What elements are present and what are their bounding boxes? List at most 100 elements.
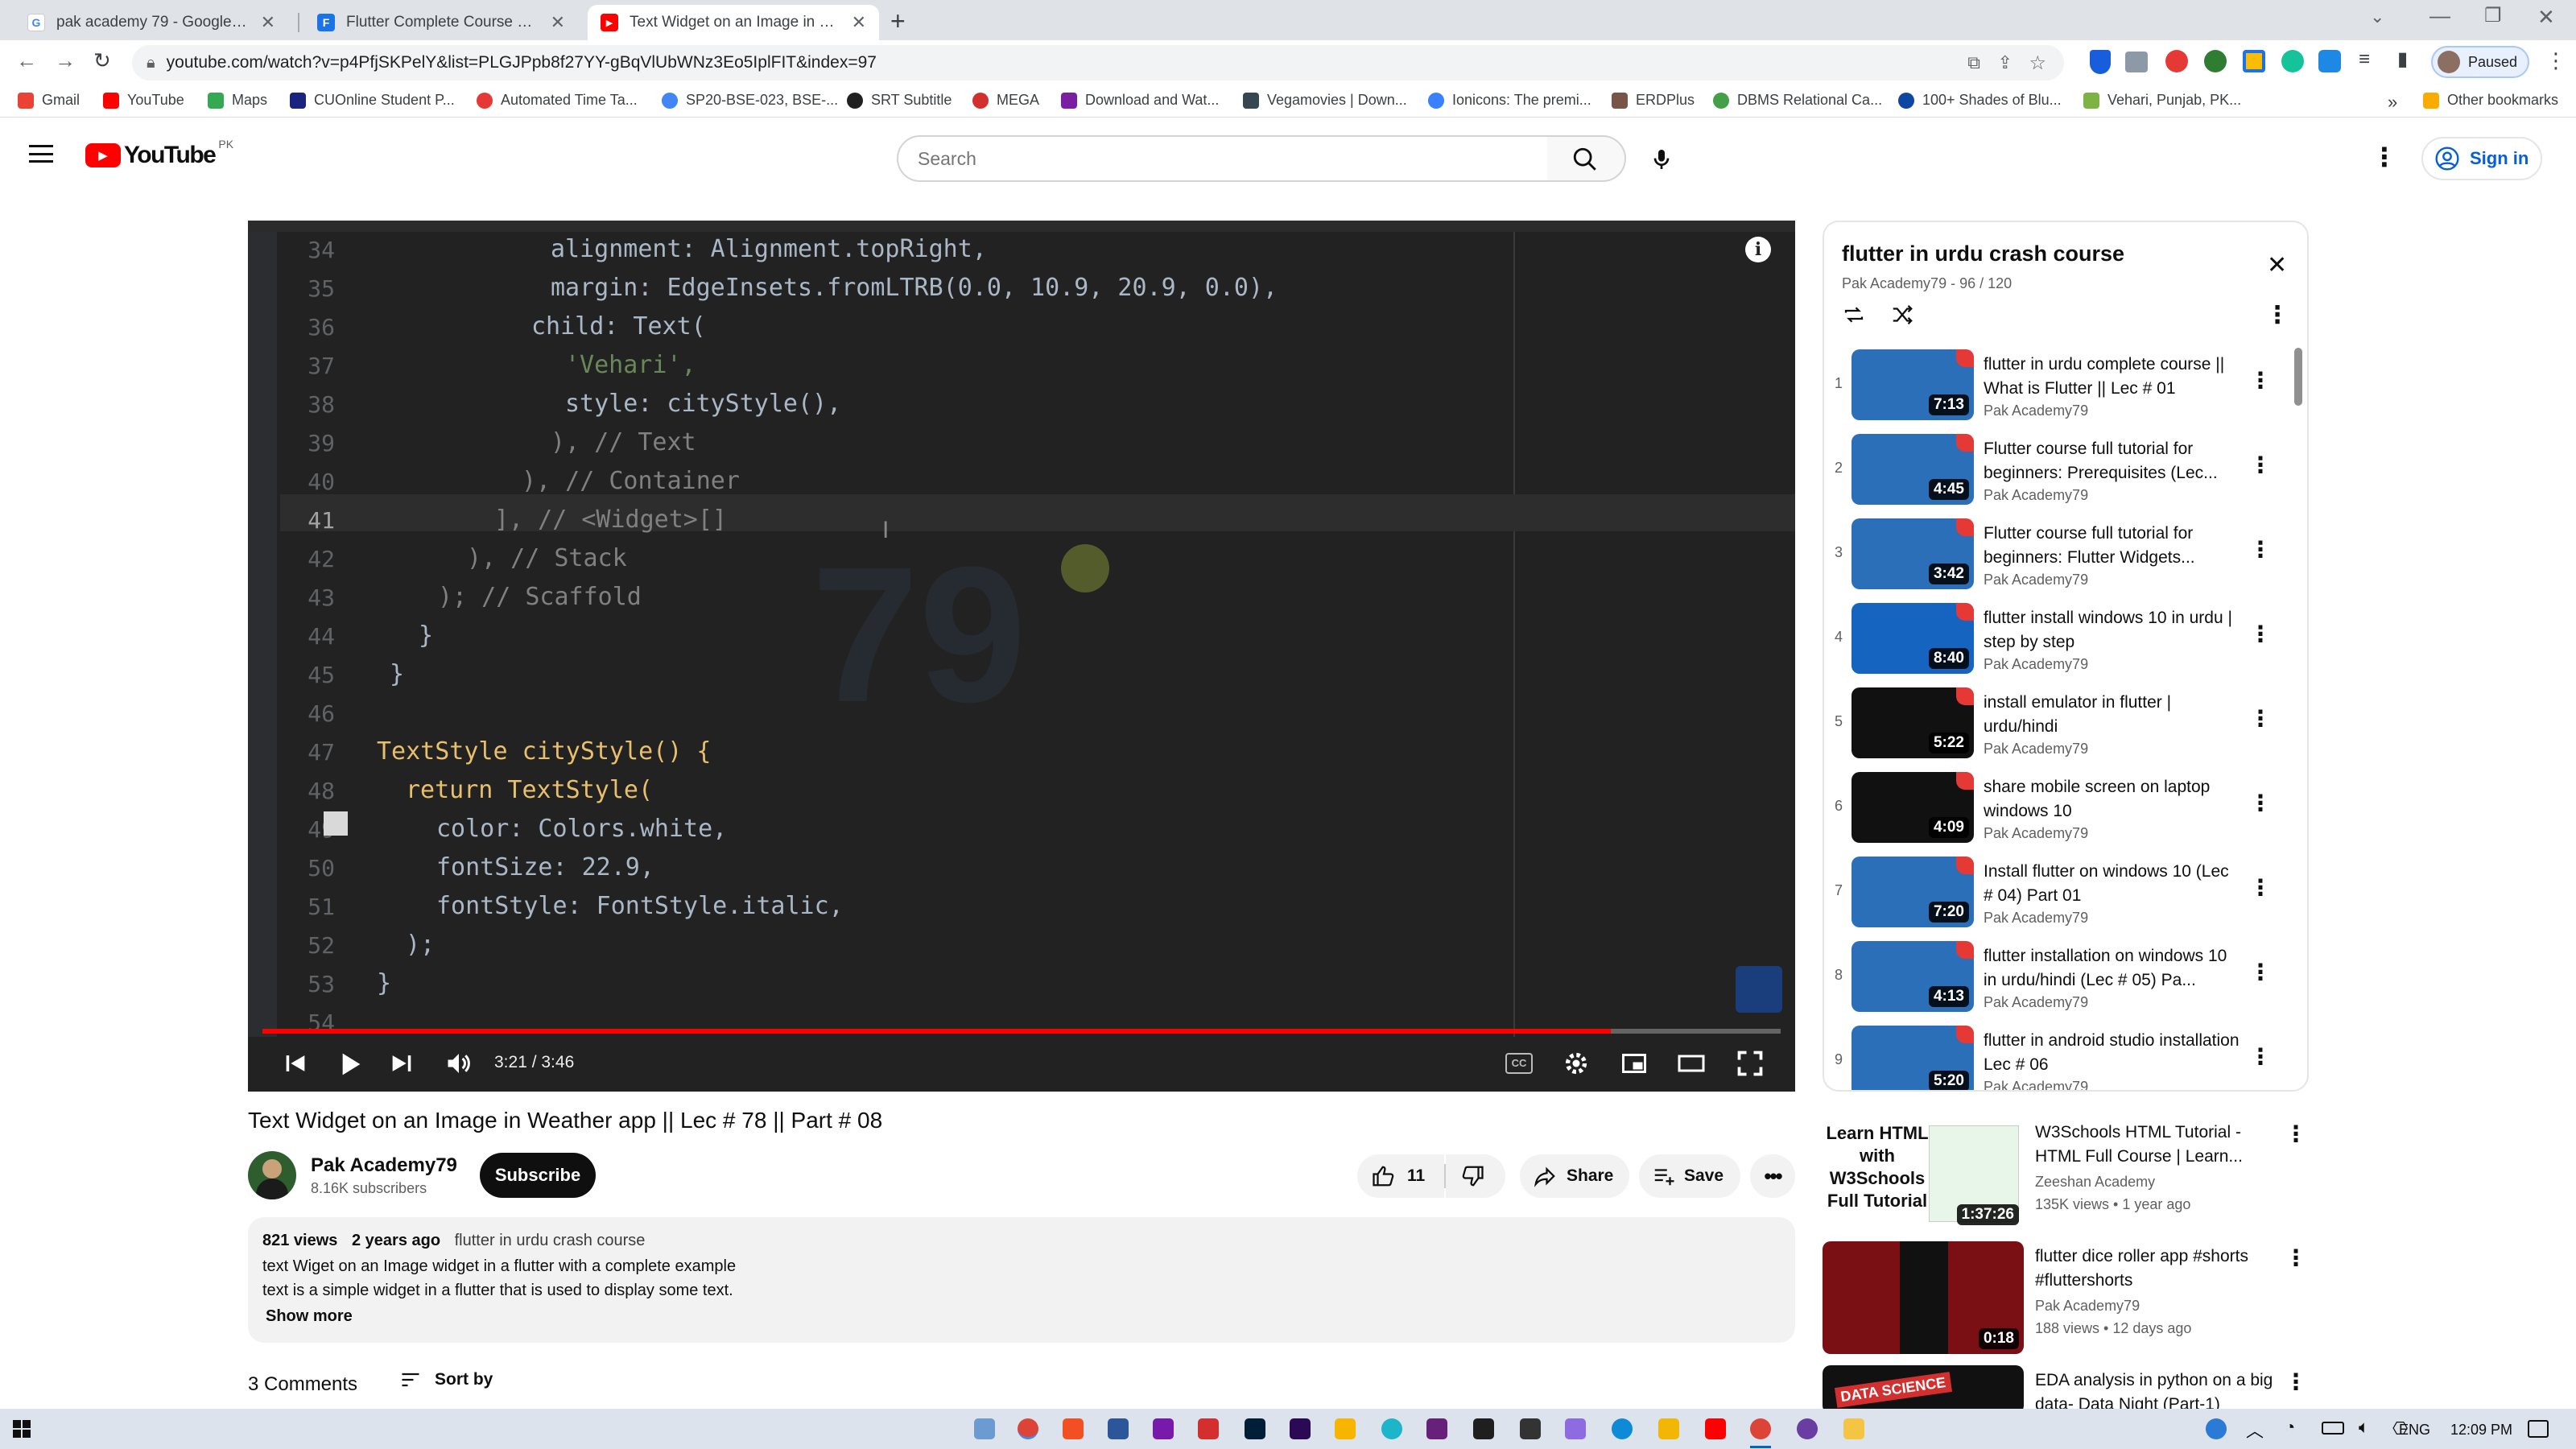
bookmark-cuonline[interactable]: CUOnline Student P... (290, 92, 455, 109)
item-menu-icon[interactable]: ⋮ (2249, 705, 2272, 732)
playlist-link[interactable]: flutter in urdu crash course (455, 1232, 646, 1249)
clock[interactable]: 12:09 PM (2450, 1422, 2512, 1439)
item-menu-icon[interactable]: ⋮ (2249, 367, 2272, 394)
video-thumbnail[interactable]: DATA SCIENCE (1823, 1365, 2024, 1414)
guide-menu-icon[interactable] (29, 145, 53, 163)
close-tab-icon[interactable]: ✕ (261, 12, 275, 33)
loop-icon[interactable] (1840, 303, 1868, 327)
voice-search-button[interactable] (1639, 137, 1684, 182)
bookmark-vehari[interactable]: Vehari, Punjab, PK... (2083, 92, 2241, 109)
previous-icon[interactable] (282, 1050, 309, 1077)
wifi-icon[interactable]: ◔ (2285, 1417, 2295, 1438)
video-thumbnail[interactable]: 4:45 (1852, 434, 1974, 505)
show-more-button[interactable]: Show more (266, 1307, 353, 1326)
bookmark-gmail[interactable]: Gmail (18, 92, 80, 109)
volume-icon[interactable] (444, 1049, 473, 1078)
playlist-item[interactable]: 6 4:09 share mobile screen on laptop windo… (1824, 767, 2307, 851)
bookmark-ionicons[interactable]: Ionicons: The premi... (1428, 92, 1591, 109)
related-video-title[interactable]: W3Schools HTML Tutorial - HTML Full Cour… (2035, 1121, 2277, 1169)
item-menu-icon[interactable]: ⋮ (2249, 452, 2272, 478)
minimize-icon[interactable]: — (2429, 5, 2450, 26)
video-thumbnail[interactable]: 3:42 (1852, 518, 1974, 589)
play-icon[interactable] (333, 1048, 365, 1080)
bookmark-youtube[interactable]: YouTube (103, 92, 184, 109)
related-video[interactable]: Learn HTML with W3Schools Full Tutorial 1… (1823, 1117, 2338, 1236)
playlist-item[interactable]: 2 4:45 Flutter course full tutorial for be… (1824, 429, 2307, 513)
playlist-item-channel[interactable]: Pak Academy79 (1984, 910, 2088, 927)
playlist-item[interactable]: 4 8:40 flutter install windows 10 in urdu … (1824, 598, 2307, 682)
item-menu-icon[interactable]: ⋮ (2249, 621, 2272, 647)
store-icon[interactable] (1063, 1418, 1084, 1439)
channel-branding-watermark[interactable] (1736, 966, 1782, 1013)
extension-icon[interactable] (2125, 52, 2148, 72)
item-menu-icon[interactable]: ⋮ (2285, 1121, 2307, 1147)
item-menu-icon[interactable]: ⋮ (2249, 959, 2272, 985)
start-windows-icon[interactable] (13, 1420, 31, 1438)
more-actions-button[interactable]: ••• (1750, 1154, 1795, 1198)
bookmark-vegamovies[interactable]: Vegamovies | Down... (1243, 92, 1407, 109)
file-explorer-icon[interactable] (974, 1418, 995, 1439)
playlist-item-title[interactable]: Flutter course full tutorial for beginne… (1984, 437, 2241, 485)
shuffle-icon[interactable] (1889, 303, 1916, 327)
playlist-item-channel[interactable]: Pak Academy79 (1984, 487, 2088, 504)
onenote-icon[interactable] (1153, 1418, 1174, 1439)
search-input[interactable]: Search (918, 148, 976, 170)
theater-mode-icon[interactable] (1676, 1049, 1707, 1078)
playlist-item[interactable]: 3 3:42 Flutter course full tutorial for be… (1824, 514, 2307, 597)
video-player[interactable]: 79 34 alignment: Alignment.topRight, 35 mar… (248, 221, 1795, 1092)
video-thumbnail[interactable]: Learn HTML with W3Schools Full Tutorial 1… (1823, 1117, 2024, 1230)
playlist-item-channel[interactable]: Pak Academy79 (1984, 1079, 2088, 1090)
bookmark-download[interactable]: Download and Wat... (1061, 92, 1219, 109)
extension-icon[interactable] (2204, 50, 2227, 72)
media-control-icon[interactable]: ≡ (2359, 50, 2370, 69)
playlist-item[interactable]: 8 4:13 flutter installation on windows 10 … (1824, 936, 2307, 1020)
video-thumbnail[interactable]: 5:20 (1852, 1026, 1974, 1090)
tab-search-icon[interactable]: ⌄ (2370, 8, 2384, 26)
video-thumbnail[interactable]: 0:18 (1823, 1241, 2024, 1354)
video-thumbnail[interactable]: 7:13 (1852, 349, 1974, 420)
battery-icon[interactable] (2322, 1422, 2344, 1435)
youtube-app-icon[interactable] (1705, 1418, 1726, 1439)
premiere-icon[interactable] (1290, 1418, 1311, 1439)
playlist-item[interactable]: 1 7:13 flutter in urdu complete course || … (1824, 345, 2307, 428)
volume-tray-icon[interactable]: 🔈︎ (2359, 1417, 2369, 1438)
subtitles-icon[interactable]: CC (1505, 1053, 1533, 1074)
app-icon[interactable] (1381, 1418, 1402, 1439)
close-tab-icon[interactable]: ✕ (551, 12, 565, 33)
chrome-menu-icon[interactable]: ⋮ (2545, 50, 2566, 71)
app-icon[interactable] (1473, 1418, 1494, 1439)
fullscreen-icon[interactable] (1736, 1049, 1765, 1078)
item-menu-icon[interactable]: ⋮ (2285, 1245, 2307, 1271)
bookmark-star-icon[interactable]: ☆ (2029, 52, 2046, 75)
share-button[interactable]: Share (1520, 1154, 1629, 1198)
playlist-item[interactable]: 7 7:20 Install flutter on windows 10 (Lec … (1824, 852, 2307, 935)
chrome-icon[interactable] (1018, 1418, 1038, 1439)
bookmark-automated-time[interactable]: Automated Time Ta... (477, 92, 638, 109)
restore-icon[interactable]: ❐ (2484, 6, 2502, 26)
playlist-item-channel[interactable]: Pak Academy79 (1984, 572, 2088, 588)
tab-flutter-course[interactable]: F Flutter Complete Course 2023 ✕ (304, 5, 578, 40)
notification-icon[interactable] (2528, 1420, 2549, 1438)
extension-icon[interactable] (2318, 50, 2341, 72)
playlist-item-title[interactable]: install emulator in flutter | urdu/hindi (1984, 691, 2241, 739)
item-menu-icon[interactable]: ⋮ (2249, 536, 2272, 563)
playlist-item-channel[interactable]: Pak Academy79 (1984, 741, 2088, 758)
chrome-active-icon[interactable] (1750, 1418, 1771, 1439)
video-thumbnail[interactable]: 5:22 (1852, 687, 1974, 758)
tab-google-search[interactable]: G pak academy 79 - Google Search ✕ (14, 5, 288, 40)
side-panel-icon[interactable]: ▮ (2397, 50, 2408, 69)
app-icon[interactable] (1565, 1418, 1586, 1439)
app-icon[interactable] (1335, 1418, 1356, 1439)
share-icon[interactable]: ⇪ (1998, 52, 2013, 73)
info-icon[interactable]: i (1745, 237, 1771, 262)
edge-icon[interactable] (1612, 1418, 1633, 1439)
bookmarks-overflow-icon[interactable]: » (2388, 92, 2397, 113)
bookmark-mega[interactable]: MEGA (972, 92, 1039, 109)
video-thumbnail[interactable]: 4:13 (1852, 941, 1974, 1012)
grammarly-icon[interactable] (2281, 50, 2304, 72)
playlist-item-title[interactable]: flutter installation on windows 10 in ur… (1984, 944, 2241, 993)
new-tab-icon[interactable]: + (890, 8, 906, 34)
address-bar[interactable]: 🔒︎ youtube.com/watch?v=p4PfjSKPelY&list=… (132, 45, 2064, 80)
save-button[interactable]: Save (1639, 1154, 1740, 1198)
bookmark-maps[interactable]: Maps (208, 92, 267, 109)
